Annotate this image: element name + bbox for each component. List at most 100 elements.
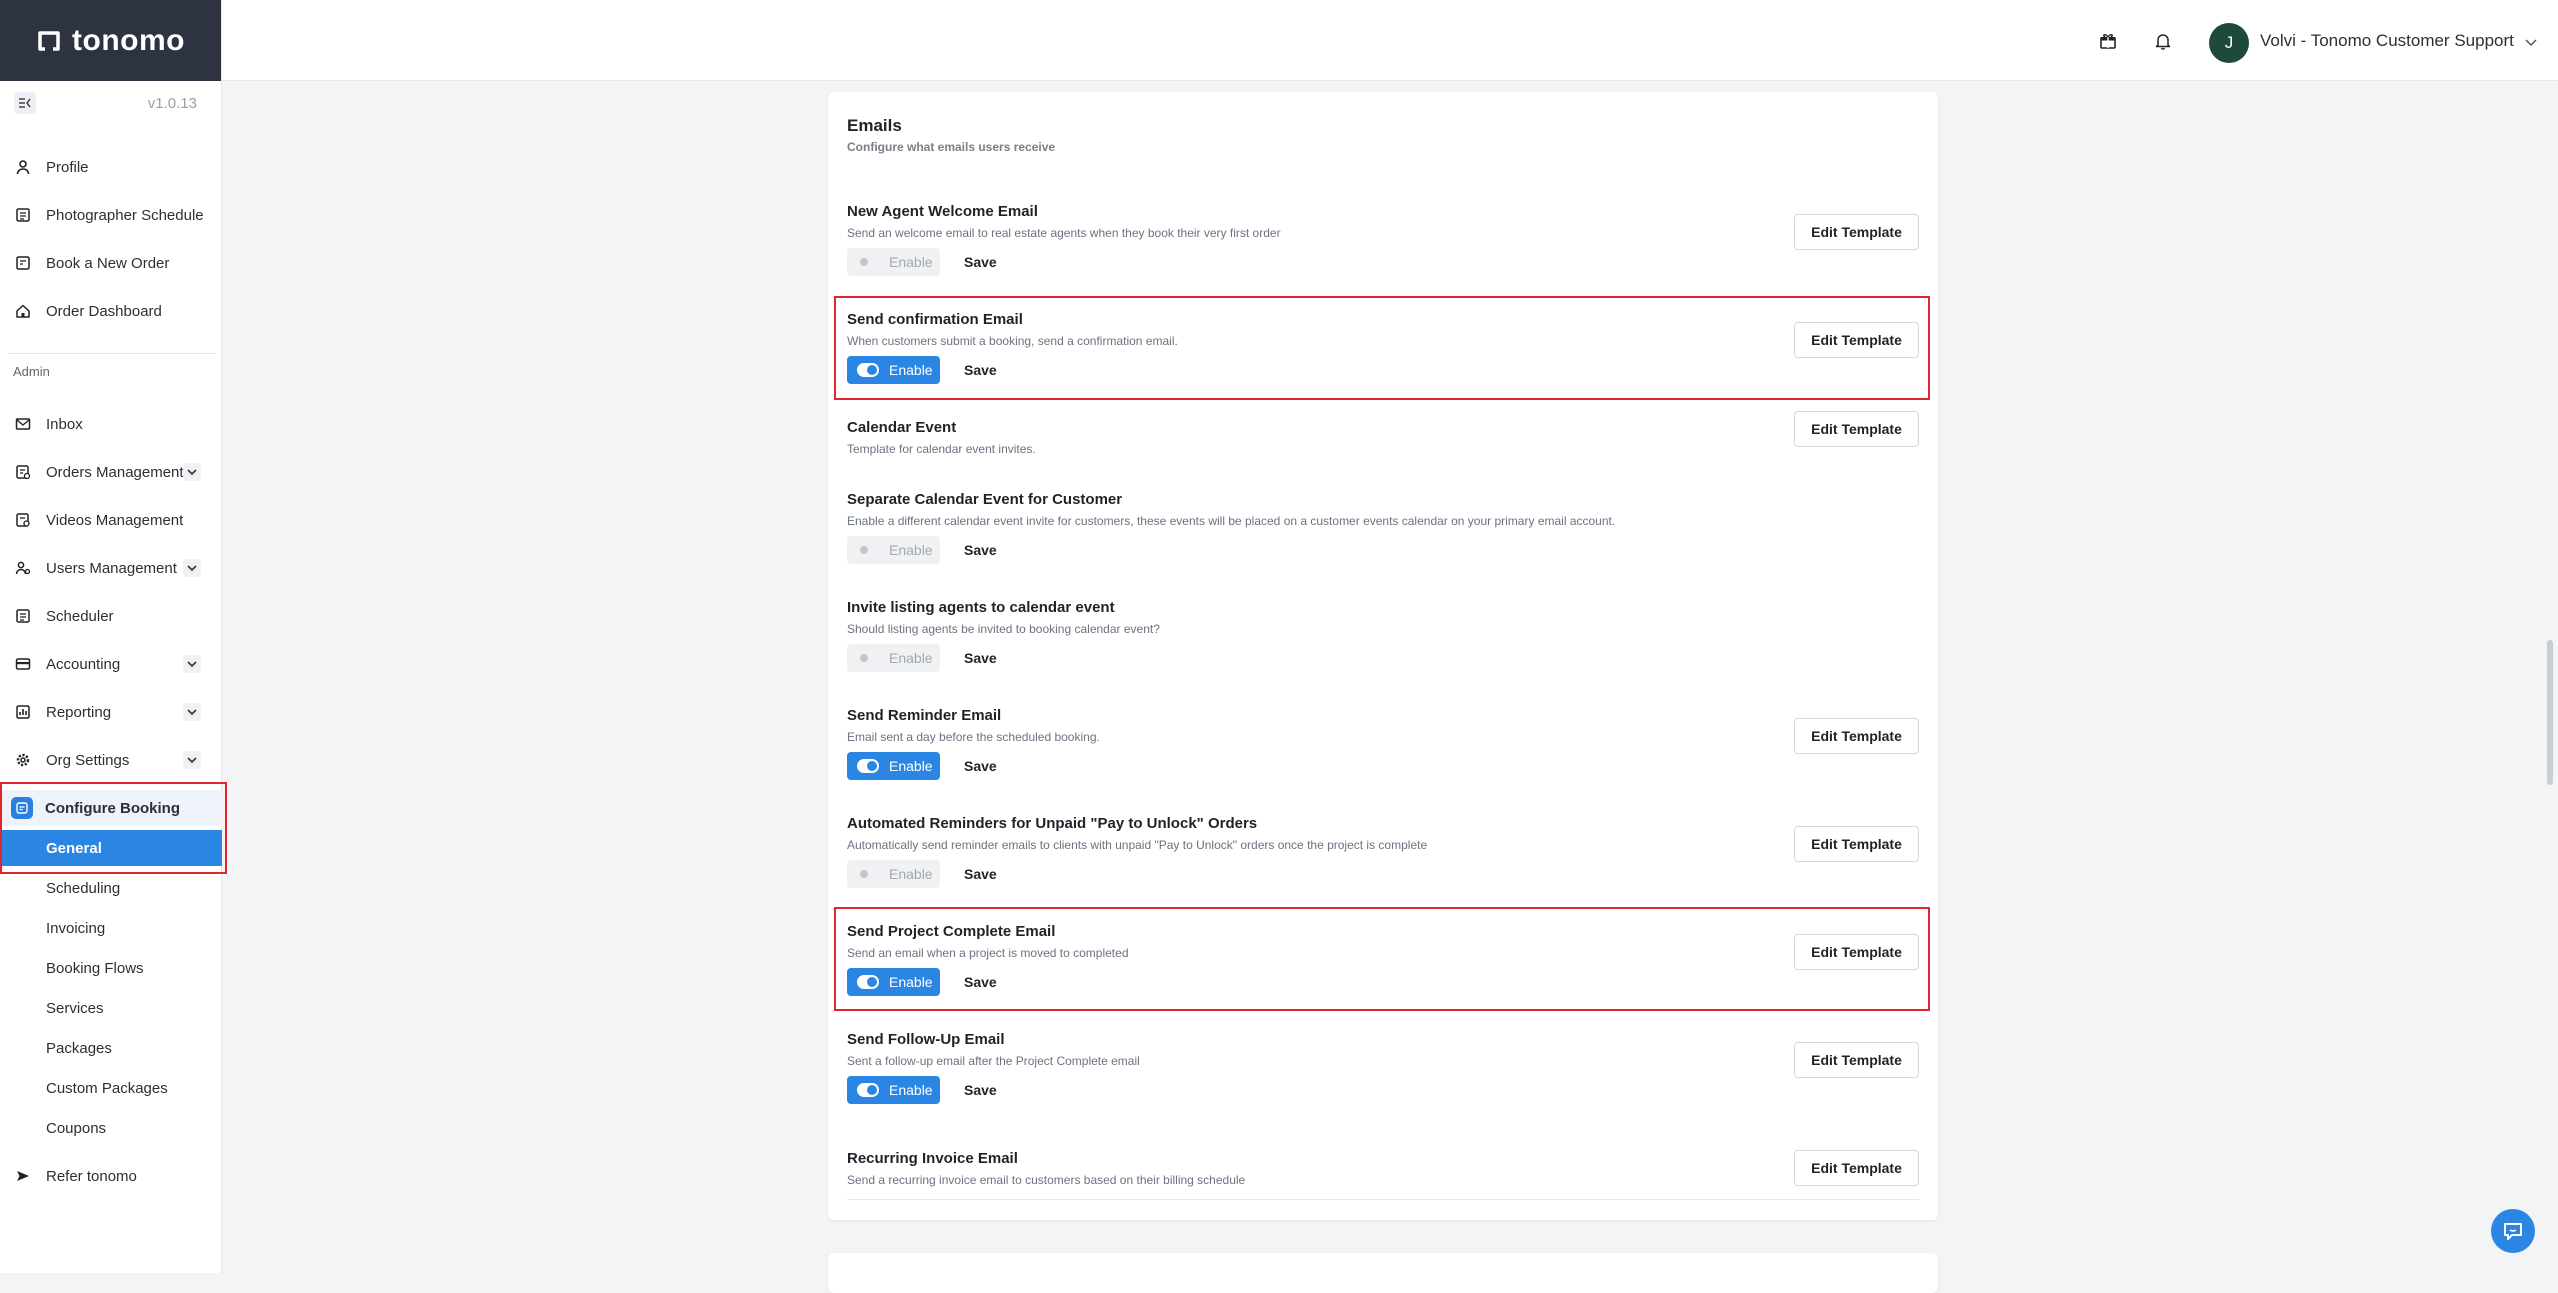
row-divider bbox=[847, 1199, 1919, 1200]
logo-text: tonomo bbox=[72, 23, 185, 57]
gift-icon[interactable] bbox=[2097, 30, 2119, 52]
enable-toggle[interactable]: Enable bbox=[847, 752, 940, 780]
scheduler-icon bbox=[14, 607, 32, 625]
sidebar-item-label: Reporting bbox=[46, 703, 112, 721]
sidebar-item-org-settings[interactable]: Org Settings bbox=[0, 742, 215, 778]
email-row-send-follow-up: Send Follow-Up Email Sent a follow-up em… bbox=[847, 1031, 1919, 1104]
sidebar-subitem-general[interactable]: General bbox=[0, 830, 222, 866]
top-header: J Volvi - Tonomo Customer Support bbox=[222, 0, 2558, 81]
save-button[interactable]: Save bbox=[964, 542, 997, 558]
sidebar-item-scheduler[interactable]: Scheduler bbox=[0, 598, 215, 634]
chevron-down-icon[interactable] bbox=[183, 655, 201, 673]
sidebar-item-refer-tonomo[interactable]: Refer tonomo bbox=[0, 1158, 215, 1194]
users-icon bbox=[14, 559, 32, 577]
save-button[interactable]: Save bbox=[964, 362, 997, 378]
chevron-down-icon[interactable] bbox=[183, 751, 201, 769]
sidebar-subitem-packages[interactable]: Packages bbox=[0, 1030, 222, 1066]
user-icon bbox=[14, 158, 32, 176]
chevron-down-icon[interactable] bbox=[183, 559, 201, 577]
page-scrollbar[interactable] bbox=[2547, 640, 2553, 785]
edit-template-button[interactable]: Edit Template bbox=[1794, 718, 1919, 754]
email-row-desc: Email sent a day before the scheduled bo… bbox=[847, 730, 1100, 744]
home-icon bbox=[14, 302, 32, 320]
email-row-desc: Should listing agents be invited to book… bbox=[847, 622, 1160, 636]
edit-template-button[interactable]: Edit Template bbox=[1794, 322, 1919, 358]
sidebar-item-users-management[interactable]: Users Management bbox=[0, 550, 215, 586]
sidebar-subitem-label: Booking Flows bbox=[46, 959, 144, 977]
sidebar-item-configure-booking[interactable]: Configure Booking bbox=[0, 790, 222, 826]
sidebar-subitem-booking-flows[interactable]: Booking Flows bbox=[0, 950, 222, 986]
toggle-switch-icon bbox=[857, 255, 879, 269]
sidebar-item-profile[interactable]: Profile bbox=[0, 149, 215, 185]
enable-label: Enable bbox=[889, 1082, 933, 1098]
edit-template-button[interactable]: Edit Template bbox=[1794, 934, 1919, 970]
sidebar-item-orders-management[interactable]: Orders Management bbox=[0, 454, 215, 490]
calendar-icon bbox=[14, 206, 32, 224]
sidebar-item-videos-management[interactable]: Videos Management bbox=[0, 502, 215, 538]
chevron-down-icon[interactable] bbox=[183, 463, 201, 481]
enable-toggle[interactable]: Enable bbox=[847, 644, 940, 672]
sidebar-item-label: Accounting bbox=[46, 655, 121, 673]
gear-icon bbox=[14, 751, 32, 769]
sidebar-item-photographer-schedule[interactable]: Photographer Schedule bbox=[0, 197, 215, 233]
enable-label: Enable bbox=[889, 362, 933, 378]
send-icon bbox=[14, 1167, 32, 1185]
sidebar-item-accounting[interactable]: Accounting bbox=[0, 646, 215, 682]
emails-title: Emails bbox=[847, 116, 902, 135]
email-row-title: Calendar Event bbox=[847, 419, 957, 436]
email-row-desc: Send a recurring invoice email to custom… bbox=[847, 1173, 1246, 1187]
save-button[interactable]: Save bbox=[964, 254, 997, 270]
chevron-down-icon[interactable] bbox=[183, 703, 201, 721]
logo[interactable]: tonomo bbox=[0, 0, 221, 81]
bell-icon[interactable] bbox=[2152, 30, 2174, 52]
sidebar-item-label: Profile bbox=[46, 158, 89, 176]
collapse-icon bbox=[19, 98, 31, 108]
sidebar-item-label: Order Dashboard bbox=[46, 302, 162, 320]
collapse-sidebar-button[interactable] bbox=[14, 92, 36, 114]
sidebar-subitem-invoicing[interactable]: Invoicing bbox=[0, 910, 222, 946]
toggle-switch-icon bbox=[857, 363, 879, 377]
save-button[interactable]: Save bbox=[964, 650, 997, 666]
edit-template-button[interactable]: Edit Template bbox=[1794, 1150, 1919, 1186]
sidebar-subitem-coupons[interactable]: Coupons bbox=[0, 1110, 222, 1146]
email-row-send-project-complete: Send Project Complete Email Send an emai… bbox=[847, 923, 1919, 996]
chat-support-button[interactable] bbox=[2491, 1209, 2535, 1253]
edit-template-button[interactable]: Edit Template bbox=[1794, 214, 1919, 250]
enable-toggle[interactable]: Enable bbox=[847, 968, 940, 996]
save-button[interactable]: Save bbox=[964, 974, 997, 990]
save-button[interactable]: Save bbox=[964, 758, 997, 774]
sidebar-subitem-custom-packages[interactable]: Custom Packages bbox=[0, 1070, 222, 1106]
orders-icon bbox=[14, 463, 32, 481]
sidebar-subitem-label: Coupons bbox=[46, 1119, 107, 1137]
video-icon bbox=[14, 511, 32, 529]
save-button[interactable]: Save bbox=[964, 1082, 997, 1098]
edit-template-button[interactable]: Edit Template bbox=[1794, 1042, 1919, 1078]
email-row-desc: Sent a follow-up email after the Project… bbox=[847, 1054, 1140, 1068]
enable-toggle[interactable]: Enable bbox=[847, 536, 940, 564]
email-row-send-reminder: Send Reminder Email Email sent a day bef… bbox=[847, 707, 1919, 780]
toggle-switch-icon bbox=[857, 975, 879, 989]
sidebar-subitem-scheduling[interactable]: Scheduling bbox=[0, 870, 222, 906]
user-menu-name[interactable]: Volvi - Tonomo Customer Support bbox=[2260, 31, 2514, 51]
enable-toggle[interactable]: Enable bbox=[847, 1076, 940, 1104]
avatar[interactable]: J bbox=[2209, 23, 2249, 63]
edit-template-button[interactable]: Edit Template bbox=[1794, 826, 1919, 862]
admin-section-label: Admin bbox=[13, 364, 50, 379]
enable-toggle[interactable]: Enable bbox=[847, 356, 940, 384]
chevron-down-icon[interactable] bbox=[2525, 34, 2537, 52]
edit-template-button[interactable]: Edit Template bbox=[1794, 411, 1919, 447]
sidebar-item-label: Book a New Order bbox=[46, 254, 170, 272]
enable-toggle[interactable]: Enable bbox=[847, 860, 940, 888]
enable-label: Enable bbox=[889, 542, 933, 558]
sidebar-item-inbox[interactable]: Inbox bbox=[0, 406, 215, 442]
sidebar-item-book-new-order[interactable]: Book a New Order bbox=[0, 245, 215, 281]
save-button[interactable]: Save bbox=[964, 866, 997, 882]
email-row-title: Separate Calendar Event for Customer bbox=[847, 491, 1123, 508]
sidebar-item-reporting[interactable]: Reporting bbox=[0, 694, 215, 730]
sidebar-subitem-services[interactable]: Services bbox=[0, 990, 222, 1026]
email-row-desc: Send an email when a project is moved to… bbox=[847, 946, 1129, 960]
sidebar-item-order-dashboard[interactable]: Order Dashboard bbox=[0, 293, 215, 329]
sidebar-item-label: Refer tonomo bbox=[46, 1167, 137, 1185]
enable-toggle[interactable]: Enable bbox=[847, 248, 940, 276]
enable-label: Enable bbox=[889, 650, 933, 666]
